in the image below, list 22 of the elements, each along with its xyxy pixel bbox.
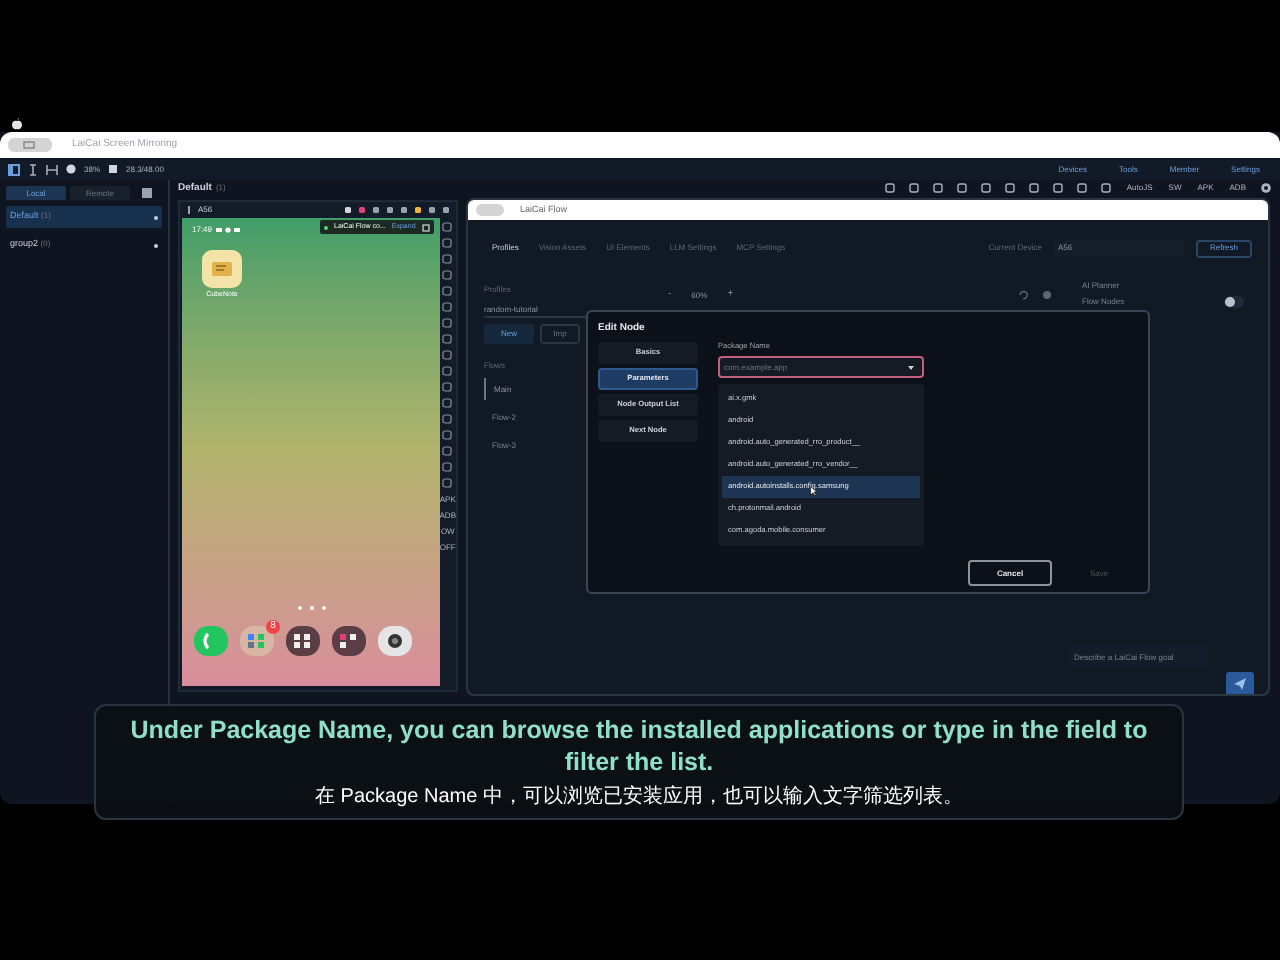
send-button[interactable] — [1226, 672, 1254, 694]
subtitle-english: Under Package Name, you can browse the installed applications or type in the field to filter the list. — [128, 714, 1150, 778]
undo-icon[interactable] — [1018, 290, 1028, 300]
app-folder-icon[interactable] — [332, 626, 366, 656]
camera-app-icon[interactable] — [378, 626, 412, 656]
toggle-switch[interactable] — [1224, 296, 1244, 308]
notes-app-icon[interactable] — [202, 250, 242, 288]
apple-icon — [12, 118, 22, 130]
text-cursor-icon[interactable] — [28, 163, 38, 175]
caret-icon — [908, 366, 914, 370]
record-icon[interactable] — [1042, 290, 1052, 300]
subtitle-chinese: 在 Package Name 中，可以浏览已安装应用，也可以输入文字筛选列表。 — [315, 786, 963, 810]
settings-icon[interactable] — [1260, 182, 1272, 194]
phone-call-icon[interactable] — [194, 626, 228, 656]
window-icon — [476, 204, 504, 216]
copy-icon[interactable] — [421, 223, 430, 231]
window-icon — [8, 138, 52, 152]
cursor-icon — [810, 486, 818, 496]
split-icon[interactable] — [46, 163, 58, 175]
app-folder-icon[interactable] — [286, 626, 320, 656]
panel-icon[interactable] — [8, 163, 20, 175]
status-icons — [216, 226, 245, 234]
